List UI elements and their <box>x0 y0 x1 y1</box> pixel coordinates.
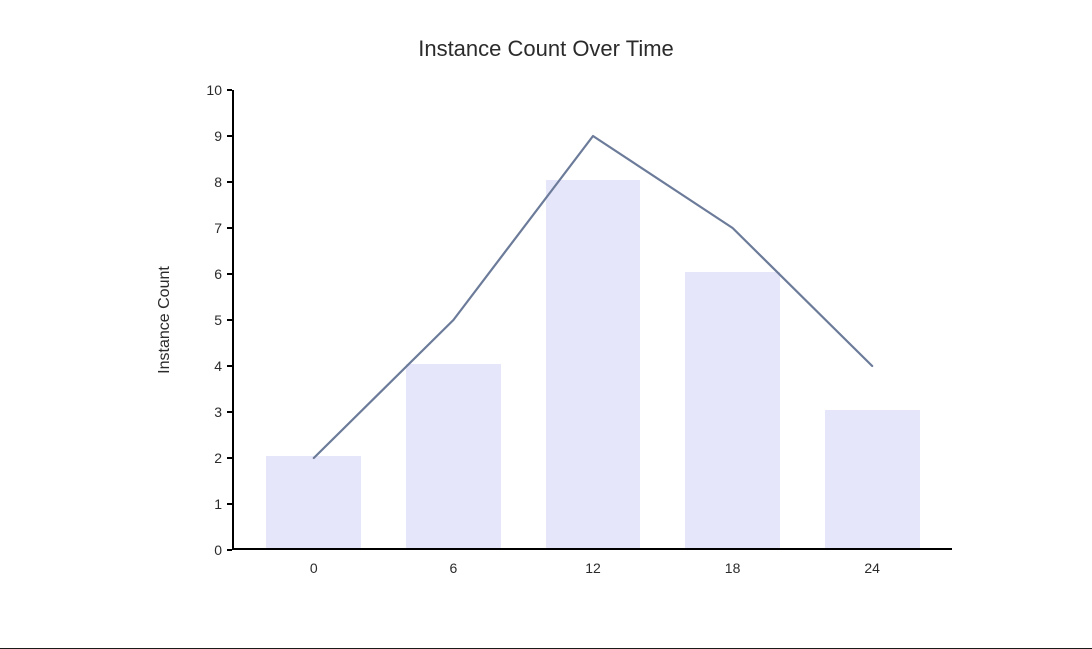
chart-title: Instance Count Over Time <box>0 36 1092 62</box>
y-tick <box>227 365 232 367</box>
x-tick-label: 24 <box>864 560 880 576</box>
plot-area: 012345678910 06121824 <box>232 90 952 550</box>
chart-container: Instance Count Over Time Instance Count … <box>0 0 1092 649</box>
y-tick-label: 7 <box>214 220 222 236</box>
y-tick <box>227 181 232 183</box>
y-tick <box>227 89 232 91</box>
y-tick-label: 3 <box>214 404 222 420</box>
x-axis <box>232 548 952 550</box>
y-tick-label: 0 <box>214 542 222 558</box>
y-tick-label: 1 <box>214 496 222 512</box>
y-tick-label: 5 <box>214 312 222 328</box>
y-tick <box>227 457 232 459</box>
y-axis-label: Instance Count <box>156 266 174 374</box>
y-tick <box>227 319 232 321</box>
y-tick <box>227 135 232 137</box>
line-layer <box>232 90 952 550</box>
x-tick-label: 0 <box>310 560 318 576</box>
y-tick-label: 8 <box>214 174 222 190</box>
y-tick <box>227 273 232 275</box>
x-tick-label: 18 <box>725 560 741 576</box>
y-tick <box>227 411 232 413</box>
y-tick <box>227 227 232 229</box>
y-tick-label: 4 <box>214 358 222 374</box>
x-tick-label: 12 <box>585 560 601 576</box>
y-axis <box>232 90 234 550</box>
y-tick-label: 10 <box>206 82 222 98</box>
y-tick-label: 6 <box>214 266 222 282</box>
x-tick-label: 6 <box>449 560 457 576</box>
y-tick-label: 9 <box>214 128 222 144</box>
y-tick <box>227 503 232 505</box>
y-tick <box>227 549 232 551</box>
line-path <box>314 136 872 458</box>
y-tick-label: 2 <box>214 450 222 466</box>
